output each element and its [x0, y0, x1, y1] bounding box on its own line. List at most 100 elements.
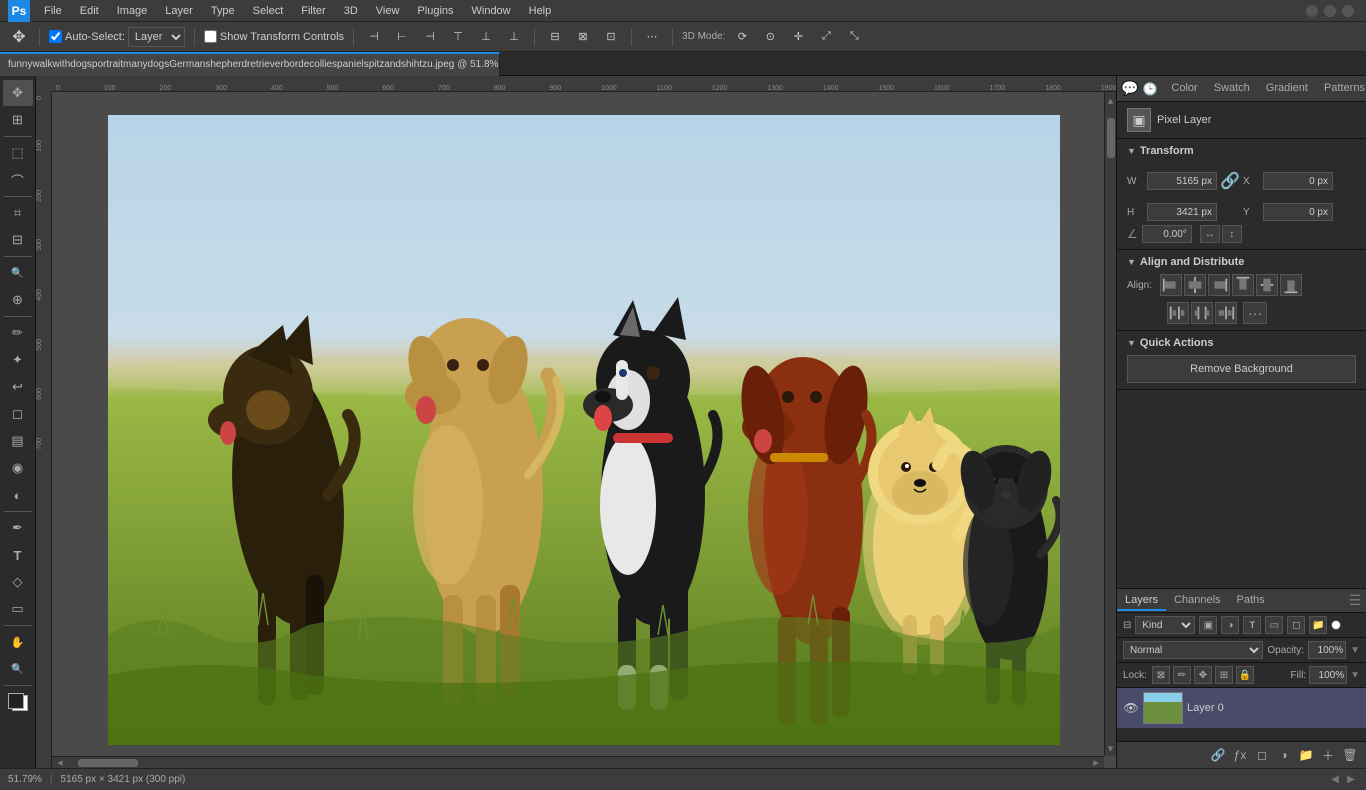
lock-pixels-btn[interactable]: ✏: [1173, 666, 1191, 684]
link-dimensions-icon[interactable]: 🔗: [1221, 163, 1239, 199]
tool-fill[interactable]: ▤: [3, 428, 33, 454]
tool-slice[interactable]: ⊟: [3, 227, 33, 253]
menu-type[interactable]: Type: [203, 3, 243, 19]
3d-rotate-btn[interactable]: ⟳: [731, 26, 753, 48]
scroll-left-btn[interactable]: ◂: [52, 758, 68, 768]
align-middle-v-btn2[interactable]: [1256, 274, 1278, 296]
tool-pen[interactable]: ✒: [3, 515, 33, 541]
align-collapse[interactable]: ▼: [1127, 257, 1136, 267]
lock-position-btn[interactable]: ✥: [1194, 666, 1212, 684]
tool-lasso[interactable]: ⌒: [3, 167, 33, 193]
filter-dot[interactable]: [1331, 620, 1341, 630]
dist-h-btn[interactable]: ⊟: [544, 26, 566, 48]
fill-input[interactable]: [1309, 666, 1347, 684]
layers-tab-paths[interactable]: Paths: [1229, 591, 1273, 611]
filter-pixel-btn[interactable]: ▣: [1199, 616, 1217, 634]
menu-view[interactable]: View: [368, 3, 408, 19]
menu-file[interactable]: File: [36, 3, 70, 19]
menu-image[interactable]: Image: [109, 3, 156, 19]
maximize-btn[interactable]: [1324, 5, 1336, 17]
layer-mask-btn[interactable]: ◻: [1252, 745, 1272, 765]
layer-link-btn[interactable]: 🔗: [1208, 745, 1228, 765]
tool-crop[interactable]: ⌗: [3, 200, 33, 226]
y-input[interactable]: [1263, 203, 1333, 221]
nav-prev-btn[interactable]: ◀: [1328, 773, 1342, 787]
panel-icon-history[interactable]: 🕒: [1142, 78, 1157, 100]
filter-adjustment-btn[interactable]: ◑: [1221, 616, 1239, 634]
menu-window[interactable]: Window: [464, 3, 519, 19]
menu-plugins[interactable]: Plugins: [409, 3, 461, 19]
tool-blur[interactable]: ◉: [3, 455, 33, 481]
filter-shape-btn[interactable]: ▭: [1265, 616, 1283, 634]
tab-gradient[interactable]: Gradient: [1260, 79, 1314, 99]
layer-visibility-toggle[interactable]: 👁: [1123, 700, 1139, 716]
opacity-input[interactable]: [1308, 641, 1346, 659]
h-input[interactable]: [1147, 203, 1217, 221]
move-tool-icon[interactable]: ✥: [8, 26, 30, 48]
minimize-btn[interactable]: [1306, 5, 1318, 17]
tab-color[interactable]: Color: [1165, 79, 1203, 99]
3d-pan-btn[interactable]: ✛: [787, 26, 809, 48]
lock-all-btn[interactable]: 🔒: [1236, 666, 1254, 684]
menu-3d[interactable]: 3D: [336, 3, 366, 19]
menu-select[interactable]: Select: [245, 3, 292, 19]
blend-mode-select[interactable]: Normal Dissolve Multiply Screen Overlay: [1123, 641, 1263, 659]
more-options-btn[interactable]: ⋯: [641, 26, 663, 48]
flip-h-btn[interactable]: ↔: [1200, 225, 1220, 243]
filter-smart-btn[interactable]: ◻: [1287, 616, 1305, 634]
scrollbar-horizontal[interactable]: ◂ ▸: [52, 756, 1104, 768]
dist-center-btn[interactable]: [1191, 302, 1213, 324]
tool-artboard[interactable]: ⊞: [3, 107, 33, 133]
layer-fx-btn[interactable]: ƒx: [1230, 745, 1250, 765]
scrollbar-vertical[interactable]: ▴ ▾: [1104, 92, 1116, 756]
panel-icon-chat[interactable]: 💬: [1121, 78, 1138, 100]
layers-tab-channels[interactable]: Channels: [1166, 591, 1228, 611]
layer-adjustment-btn[interactable]: ◑: [1274, 745, 1294, 765]
tool-move[interactable]: ✥: [3, 80, 33, 106]
align-right-edge-btn[interactable]: [1208, 274, 1230, 296]
align-left-edge-btn[interactable]: [1160, 274, 1182, 296]
flip-v-btn[interactable]: ↕: [1222, 225, 1242, 243]
align-right-btn[interactable]: ⊣: [419, 26, 441, 48]
tool-heal[interactable]: ⊕: [3, 287, 33, 313]
dist-e-btn[interactable]: ⊡: [600, 26, 622, 48]
auto-select-checkbox[interactable]: [49, 30, 62, 43]
3d-slide-btn[interactable]: ⤢: [815, 26, 837, 48]
layers-tab-layers[interactable]: Layers: [1117, 591, 1166, 611]
align-bottom-edge-btn[interactable]: [1280, 274, 1302, 296]
fill-dropdown-arrow[interactable]: ▼: [1350, 670, 1360, 681]
tab-patterns[interactable]: Patterns: [1318, 79, 1366, 99]
tool-fg-bg-colors[interactable]: [4, 689, 32, 715]
layers-panel-menu-btn[interactable]: ☰: [1344, 590, 1366, 612]
dist-left-btn[interactable]: [1167, 302, 1189, 324]
menu-help[interactable]: Help: [521, 3, 560, 19]
tool-zoom[interactable]: 🔍: [3, 656, 33, 682]
tool-path-select[interactable]: ◇: [3, 569, 33, 595]
tool-eraser[interactable]: ◻: [3, 401, 33, 427]
remove-background-btn[interactable]: Remove Background: [1127, 355, 1356, 383]
align-top-btn[interactable]: ⊤: [447, 26, 469, 48]
document-tab[interactable]: funnywalkwithdogsportraitmanydogsGermans…: [0, 52, 500, 76]
tool-rect-select[interactable]: ⬚: [3, 140, 33, 166]
scroll-up-btn[interactable]: ▴: [1106, 92, 1116, 108]
layer-group-btn[interactable]: 📁: [1296, 745, 1316, 765]
layer-new-btn[interactable]: ＋: [1318, 745, 1338, 765]
tool-type[interactable]: T: [3, 542, 33, 568]
align-center-h-btn2[interactable]: [1184, 274, 1206, 296]
scroll-thumb-v[interactable]: [1107, 118, 1115, 158]
menu-edit[interactable]: Edit: [72, 3, 107, 19]
w-input[interactable]: [1147, 172, 1217, 190]
3d-roll-btn[interactable]: ⊙: [759, 26, 781, 48]
menu-filter[interactable]: Filter: [293, 3, 333, 19]
layer-delete-btn[interactable]: 🗑: [1340, 745, 1360, 765]
dist-right-btn[interactable]: [1215, 302, 1237, 324]
layer-kind-select[interactable]: Kind Name Effect Mode: [1135, 616, 1195, 634]
scroll-thumb-h[interactable]: [78, 759, 138, 767]
lock-artboard-btn[interactable]: ⊞: [1215, 666, 1233, 684]
x-input[interactable]: [1263, 172, 1333, 190]
filter-group-btn[interactable]: 📁: [1309, 616, 1327, 634]
align-left-btn[interactable]: ⊣: [363, 26, 385, 48]
show-transform-checkbox[interactable]: [204, 30, 217, 43]
filter-type-btn[interactable]: T: [1243, 616, 1261, 634]
scroll-right-btn[interactable]: ▸: [1088, 758, 1104, 768]
